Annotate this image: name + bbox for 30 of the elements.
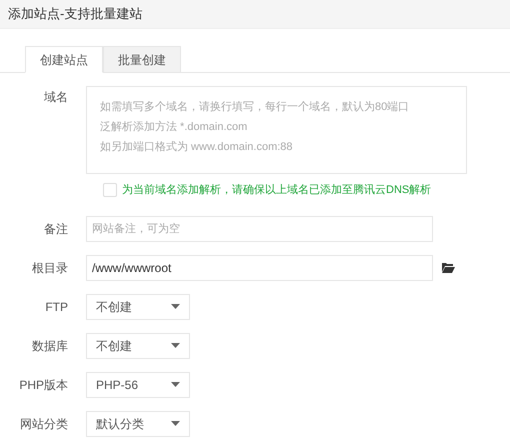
placeholder-line: 如另加端口格式为 www.domain.com:88 <box>100 140 294 155</box>
field-label: 备注 <box>43 220 69 238</box>
field-label: FTP <box>44 298 69 316</box>
dropdown[interactable]: PHP-56 <box>86 372 190 398</box>
checkbox[interactable] <box>103 183 117 198</box>
tab[interactable]: 创建站点 <box>25 46 103 73</box>
caret-icon <box>171 382 180 387</box>
folder-icon[interactable] <box>442 262 455 273</box>
field-label: PHP版本 <box>18 376 69 394</box>
dropdown-value: 不创建 <box>96 298 132 316</box>
field-label: 域名 <box>43 89 69 106</box>
tab[interactable]: 批量创建 <box>103 46 181 73</box>
window-title: 添加站点-支持批量建站 <box>8 5 142 24</box>
dropdown[interactable]: 默认分类 <box>86 410 190 436</box>
caret-icon <box>171 421 180 426</box>
placeholder-line: 泛解析添加方法 *.domain.com <box>100 120 248 135</box>
placeholder-line: 如需填写多个域名，请换行填写，每行一个域名，默认为80端口 <box>100 100 410 115</box>
dropdown[interactable]: 不创建 <box>86 332 190 358</box>
root-directory-field[interactable]: /www/wwwroot <box>86 254 433 280</box>
dropdown-value: 默认分类 <box>96 416 144 432</box>
caret-icon <box>171 343 180 348</box>
dropdown[interactable]: 不创建 <box>86 294 190 320</box>
field-label: 根目录 <box>31 260 69 276</box>
field-label: 网站分类 <box>19 416 69 432</box>
field-label: 数据库 <box>31 338 69 354</box>
note-field[interactable]: 网站备注，可为空 <box>86 216 433 242</box>
caret-icon <box>171 304 180 309</box>
dropdown-value: 不创建 <box>96 338 132 354</box>
checkbox-label: 为当前域名添加解析，请确保以上域名已添加至腾讯云DNS解析 <box>122 183 432 198</box>
dropdown-value: PHP-56 <box>96 376 138 394</box>
